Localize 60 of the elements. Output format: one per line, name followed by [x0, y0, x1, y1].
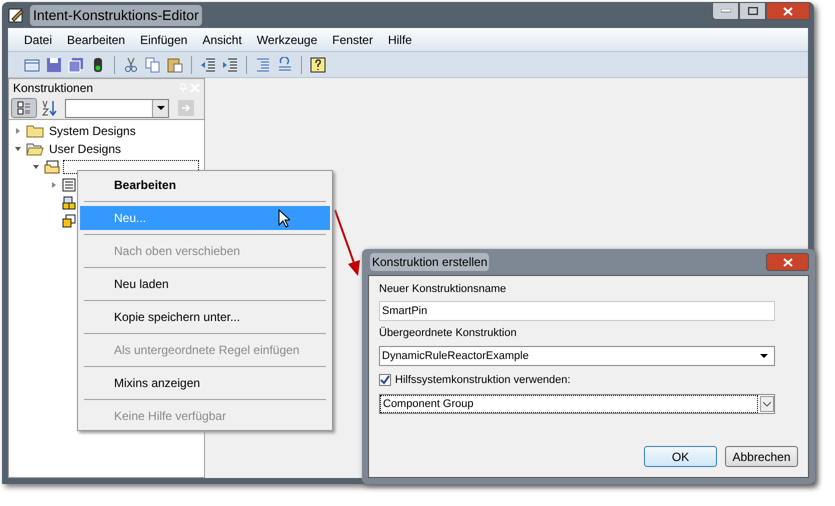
help-icon[interactable] [310, 56, 326, 72]
menu-item[interactable]: Datei [24, 30, 52, 48]
panel-title: Konstruktionen [13, 80, 94, 97]
clipboard-icon[interactable] [167, 56, 183, 72]
arrow-right-icon [181, 103, 191, 113]
filter-dropdown[interactable] [65, 98, 169, 118]
menu-item[interactable]: Bearbeiten [80, 173, 330, 197]
minimize-button[interactable] [712, 2, 739, 20]
close-icon [783, 6, 793, 16]
outdent-icon[interactable] [200, 56, 216, 72]
copy-icon[interactable] [145, 56, 161, 72]
folder-icon [26, 124, 44, 138]
menu-item[interactable]: Ansicht [202, 30, 242, 48]
checkbox-label: Hilfssystemkonstruktion verwenden: [395, 372, 570, 388]
dropdown-arrow-icon [156, 106, 164, 110]
dropdown-arrow-icon [760, 354, 768, 358]
mouse-pointer-icon [278, 209, 290, 228]
menu-item[interactable]: Neu laden [80, 272, 330, 296]
close-button[interactable] [766, 2, 810, 20]
window-title: Intent-Konstruktions-Editor [30, 4, 202, 26]
open-folder-icon [26, 142, 44, 156]
field-label: Übergeordnete Konstruktion [379, 326, 518, 341]
arrow [334, 210, 360, 276]
helper-dropdown[interactable]: Component Group [379, 394, 775, 414]
stacked-blocks-icon [62, 214, 76, 228]
menu-item[interactable]: Mixins anzeigen [80, 371, 330, 395]
maximize-button[interactable] [739, 2, 766, 20]
maximize-icon [748, 7, 758, 15]
save-all-icon[interactable] [68, 56, 84, 72]
tree-item-label[interactable]: System Designs [47, 122, 138, 140]
menu-item[interactable]: Kopie speichern unter... [80, 305, 330, 329]
menu-item[interactable]: Einfügen [140, 30, 188, 48]
menu-item[interactable]: Bearbeiten [67, 30, 126, 48]
design-icon [44, 160, 60, 174]
cancel-button[interactable]: Abbrechen [725, 446, 798, 467]
collapse-arrow-icon[interactable] [31, 163, 41, 171]
dialog-title: Konstruktion erstellen [370, 253, 490, 271]
scissors-icon[interactable] [123, 56, 139, 72]
pencil-icon [8, 7, 24, 23]
menu-item[interactable]: Werkzeuge [256, 30, 318, 48]
menu-item[interactable]: Hilfe [388, 30, 412, 48]
field-label: Neuer Konstruktionsname [379, 282, 508, 297]
close-icon [782, 258, 792, 266]
save-icon[interactable] [46, 56, 62, 72]
close-button[interactable] [766, 253, 809, 271]
list-icon[interactable] [255, 56, 271, 72]
name-field[interactable]: SmartPin [379, 301, 775, 321]
sort-alphabetical-icon[interactable] [40, 99, 58, 117]
indent-icon[interactable] [222, 56, 238, 72]
checkbox[interactable] [379, 374, 391, 386]
ok-button[interactable]: OK [644, 446, 717, 467]
tree-item-label[interactable]: User Designs [47, 140, 124, 158]
document-list-icon [62, 178, 76, 192]
tree-view-icon [17, 101, 31, 115]
minimize-icon [720, 9, 730, 13]
collapse-arrow-icon[interactable] [13, 145, 23, 153]
categorized-view-button[interactable] [11, 98, 37, 118]
blocks-icon [62, 196, 76, 210]
menu-item[interactable]: Fenster [332, 30, 373, 48]
parent-dropdown[interactable]: DynamicRuleReactorExample [379, 346, 775, 366]
